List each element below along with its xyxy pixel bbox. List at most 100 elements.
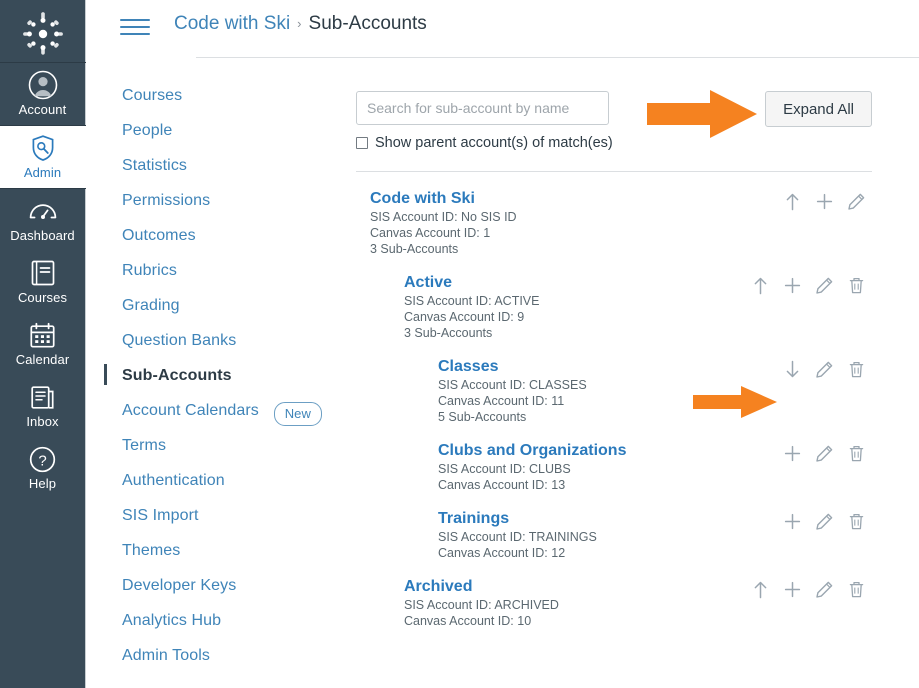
account-row-active: Active SIS Account ID: ACTIVE Canvas Acc… xyxy=(404,273,872,357)
edit-pencil-icon[interactable] xyxy=(840,189,872,213)
global-nav-item-inbox[interactable]: Inbox xyxy=(0,375,86,437)
global-navigation: Account Admin Dashboard Courses Calendar… xyxy=(0,0,86,688)
global-nav-label: Help xyxy=(28,476,57,491)
account-actions xyxy=(776,357,872,381)
account-nav-item-people[interactable]: People xyxy=(104,113,334,148)
account-nav-item-analytics-hub[interactable]: Analytics Hub xyxy=(104,603,334,638)
sub-accounts-tree: Code with Ski SIS Account ID: No SIS ID … xyxy=(356,189,872,645)
delete-trash-icon[interactable] xyxy=(840,509,872,533)
inbox-tray-icon xyxy=(29,382,56,412)
hamburger-menu-icon[interactable] xyxy=(120,14,152,40)
edit-pencil-icon[interactable] xyxy=(808,441,840,465)
account-sub-count: 5 Sub-Accounts xyxy=(438,410,527,424)
account-canvas-id: Canvas Account ID: 12 xyxy=(438,546,566,560)
collapse-arrow-up-icon[interactable] xyxy=(744,577,776,601)
book-icon xyxy=(30,258,56,288)
account-nav-item-terms[interactable]: Terms xyxy=(104,428,334,463)
add-subaccount-plus-icon[interactable] xyxy=(776,509,808,533)
account-row-code-with-ski: Code with Ski SIS Account ID: No SIS ID … xyxy=(370,189,872,273)
account-canvas-id: Canvas Account ID: 10 xyxy=(404,614,532,628)
account-row-trainings: Trainings SIS Account ID: TRAININGS Canv… xyxy=(438,509,872,577)
account-actions xyxy=(776,509,872,533)
account-nav-item-themes[interactable]: Themes xyxy=(104,533,334,568)
account-nav-item-statistics[interactable]: Statistics xyxy=(104,148,334,183)
account-canvas-id: Canvas Account ID: 13 xyxy=(438,478,566,492)
account-actions xyxy=(744,273,872,297)
account-nav-item-authentication[interactable]: Authentication xyxy=(104,463,334,498)
new-badge: New xyxy=(273,402,322,426)
expand-all-button[interactable]: Expand All xyxy=(765,91,872,127)
account-nav-item-permissions[interactable]: Permissions xyxy=(104,183,334,218)
question-circle-icon: ? xyxy=(29,444,56,474)
delete-trash-icon[interactable] xyxy=(840,577,872,601)
breadcrumb: Code with Ski › Sub-Accounts xyxy=(174,12,427,36)
collapse-arrow-up-icon[interactable] xyxy=(776,189,808,213)
account-name-link[interactable]: Trainings xyxy=(438,509,509,529)
svg-text:?: ? xyxy=(38,452,46,469)
edit-pencil-icon[interactable] xyxy=(808,509,840,533)
content-divider xyxy=(356,171,872,172)
search-input[interactable] xyxy=(356,91,609,125)
account-name-link[interactable]: Classes xyxy=(438,357,499,377)
account-sub-count: 3 Sub-Accounts xyxy=(370,242,459,256)
account-nav-item-developer-keys[interactable]: Developer Keys xyxy=(104,568,334,603)
delete-trash-icon[interactable] xyxy=(840,357,872,381)
global-nav-label: Admin xyxy=(23,165,62,180)
user-avatar-icon xyxy=(28,70,58,100)
edit-pencil-icon[interactable] xyxy=(808,577,840,601)
add-subaccount-plus-icon[interactable] xyxy=(776,441,808,465)
account-nav-item-outcomes[interactable]: Outcomes xyxy=(104,218,334,253)
account-name-link[interactable]: Archived xyxy=(404,577,472,597)
edit-pencil-icon[interactable] xyxy=(808,357,840,381)
account-nav-item-sis-import[interactable]: SIS Import xyxy=(104,498,334,533)
global-nav-item-help[interactable]: ? Help xyxy=(0,437,86,499)
account-canvas-id: Canvas Account ID: 1 xyxy=(370,226,491,240)
shield-wrench-icon xyxy=(29,133,57,163)
account-nav-item-rubrics[interactable]: Rubrics xyxy=(104,253,334,288)
global-nav-label: Courses xyxy=(17,290,68,305)
sub-account-toolbar: Expand All xyxy=(356,78,872,132)
account-row-clubs-and-organizations: Clubs and Organizations SIS Account ID: … xyxy=(438,441,872,509)
header-divider xyxy=(196,57,919,58)
global-nav-item-admin[interactable]: Admin xyxy=(0,126,86,188)
account-name-link[interactable]: Active xyxy=(404,273,452,293)
account-row-classes: Classes SIS Account ID: CLASSES Canvas A… xyxy=(438,357,872,441)
account-nav-item-account-calendars[interactable]: Account Calendars New xyxy=(104,393,334,428)
global-nav-label: Dashboard xyxy=(10,228,75,243)
add-subaccount-plus-icon[interactable] xyxy=(808,189,840,213)
global-nav-item-calendar[interactable]: Calendar xyxy=(0,313,86,375)
edit-pencil-icon[interactable] xyxy=(808,273,840,297)
collapse-arrow-up-icon[interactable] xyxy=(744,273,776,297)
breadcrumb-separator: › xyxy=(297,16,302,31)
global-nav-item-dashboard[interactable]: Dashboard xyxy=(0,189,86,251)
account-name-link[interactable]: Clubs and Organizations xyxy=(438,441,626,461)
show-parent-accounts-checkbox[interactable] xyxy=(356,137,368,149)
account-name-link[interactable]: Code with Ski xyxy=(370,189,475,209)
account-actions xyxy=(776,189,872,213)
account-nav-label: Account Calendars xyxy=(122,402,259,419)
canvas-logo[interactable] xyxy=(0,0,86,62)
add-subaccount-plus-icon[interactable] xyxy=(776,273,808,297)
account-actions xyxy=(776,441,872,465)
account-nav-item-admin-tools[interactable]: Admin Tools xyxy=(104,638,334,673)
global-nav-label: Inbox xyxy=(26,414,59,429)
expand-arrow-down-icon[interactable] xyxy=(776,357,808,381)
account-nav-item-grading[interactable]: Grading xyxy=(104,288,334,323)
delete-trash-icon[interactable] xyxy=(840,273,872,297)
show-parent-accounts-row[interactable]: Show parent account(s) of match(es) xyxy=(356,135,872,151)
global-nav-label: Account xyxy=(18,102,67,117)
account-canvas-id: Canvas Account ID: 9 xyxy=(404,310,525,324)
breadcrumb-root-link[interactable]: Code with Ski xyxy=(174,12,290,36)
global-nav-item-courses[interactable]: Courses xyxy=(0,251,86,313)
global-nav-item-account[interactable]: Account xyxy=(0,63,86,125)
add-subaccount-plus-icon[interactable] xyxy=(776,577,808,601)
dashboard-gauge-icon xyxy=(28,196,58,226)
account-nav-item-sub-accounts[interactable]: Sub-Accounts xyxy=(104,358,334,393)
account-canvas-id: Canvas Account ID: 11 xyxy=(438,394,565,408)
account-nav-item-question-banks[interactable]: Question Banks xyxy=(104,323,334,358)
account-nav-item-courses[interactable]: Courses xyxy=(104,78,334,113)
account-row-archived: Archived SIS Account ID: ARCHIVED Canvas… xyxy=(404,577,872,645)
breadcrumb-current: Sub-Accounts xyxy=(308,13,427,34)
global-nav-label: Calendar xyxy=(15,352,70,367)
delete-trash-icon[interactable] xyxy=(840,441,872,465)
